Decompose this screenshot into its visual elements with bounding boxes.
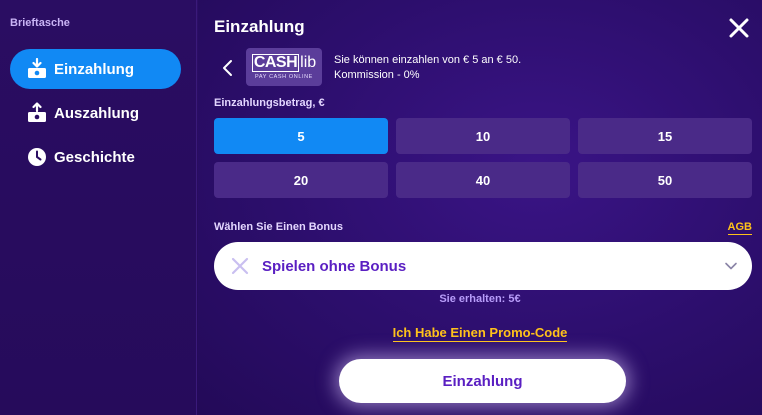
method-info: Sie können einzahlen von € 5 an € 50. Ko… [334,53,521,83]
page-title: Einzahlung [214,17,305,36]
back-button[interactable] [220,58,236,78]
amount-option-5[interactable]: 5 [214,118,388,154]
chevron-down-icon [725,262,737,270]
sidebar-item-withdraw[interactable]: Auszahlung [10,93,181,133]
promo-code-link[interactable]: Ich Habe Einen Promo-Code [392,325,568,342]
commission-text: Kommission - 0% [334,69,420,81]
bonus-label: Wählen Sie Einen Bonus [214,221,343,233]
amount-options: 5 10 15 20 40 50 [214,118,752,198]
bonus-select[interactable]: Spielen ohne Bonus [214,242,752,290]
withdraw-icon [26,102,48,124]
logo-cash-text: CASH [251,54,300,72]
receive-amount-text: Sie erhalten: 5€ [439,293,521,305]
bonus-selected-value: Spielen ohne Bonus [262,257,407,275]
amount-label: Einzahlungsbetrag, € [214,97,325,109]
sidebar-title: Brieftasche [10,17,70,29]
close-button[interactable] [728,17,750,39]
deposit-limits-text: Sie können einzahlen von € 5 an € 50. [334,54,522,66]
payment-method-logo: CASH lib PAY CASH ONLINE [246,48,322,86]
chevron-left-icon [223,60,232,76]
deposit-icon [26,58,48,80]
sidebar-item-label: Auszahlung [54,104,139,122]
agb-link[interactable]: AGB [727,221,752,235]
close-icon [729,18,749,38]
sidebar-item-label: Geschichte [54,148,135,166]
amount-option-15[interactable]: 15 [578,118,752,154]
amount-option-20[interactable]: 20 [214,162,388,198]
logo-lib-text: lib [300,54,317,71]
logo-tagline: PAY CASH ONLINE [255,74,313,80]
sidebar-item-deposit[interactable]: Einzahlung [10,49,181,89]
no-bonus-icon [231,257,249,275]
sidebar-item-history[interactable]: Geschichte [10,137,181,177]
sidebar-item-label: Einzahlung [54,60,134,78]
deposit-submit-button[interactable]: Einzahlung [339,359,626,403]
amount-option-40[interactable]: 40 [396,162,570,198]
amount-option-50[interactable]: 50 [578,162,752,198]
amount-option-10[interactable]: 10 [396,118,570,154]
wallet-sidebar: Brieftasche Einzahlung Auszahlung Geschi… [0,0,197,415]
promo-code-row: Ich Habe Einen Promo-Code [198,324,762,344]
clock-icon [26,146,48,168]
deposit-panel: Einzahlung CASH lib PAY CASH ONLINE Sie … [198,0,762,415]
